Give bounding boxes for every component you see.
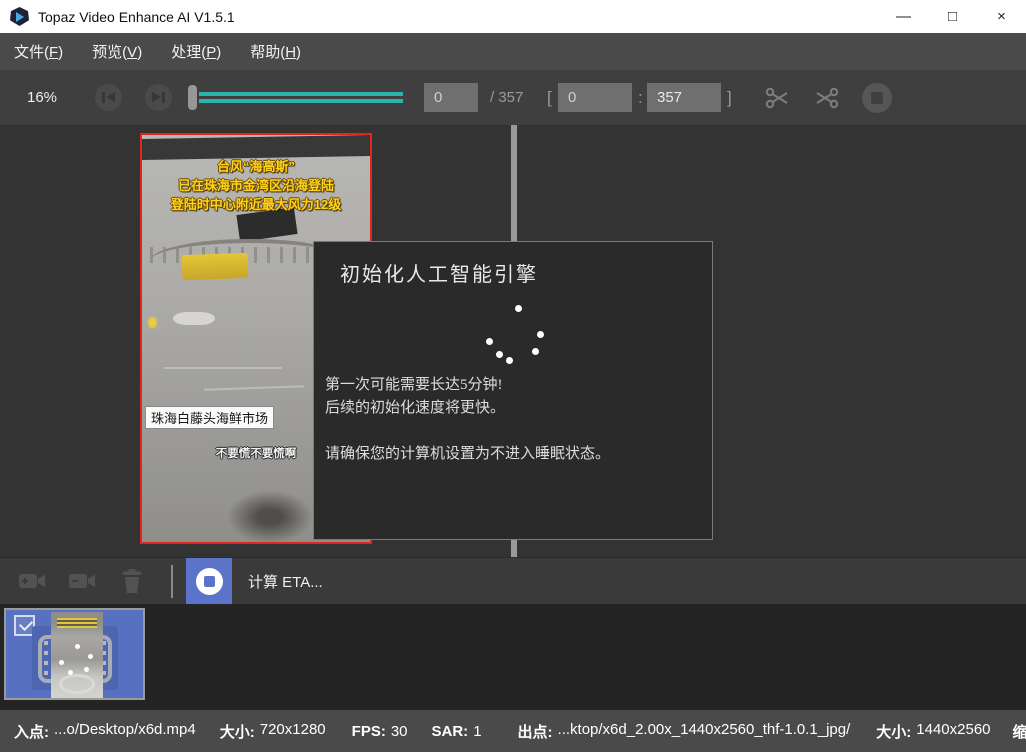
- eta-status-text: 计算 ETA...: [248, 558, 323, 605]
- thumb-spinner-dot: [68, 670, 73, 675]
- minimize-button[interactable]: —: [879, 0, 928, 33]
- transport-toolbar: 16% / 357 [ : ]: [0, 70, 1026, 125]
- range-end-input[interactable]: [647, 83, 721, 112]
- maximize-button[interactable]: □: [928, 0, 977, 33]
- status-in-path: 入点: ...o/Desktop/x6d.mp4: [14, 721, 196, 742]
- window-controls: — □ ×: [879, 0, 1026, 33]
- status-out-size: 大小: 1440x2560: [876, 721, 990, 742]
- menu-process[interactable]: 处理(P): [171, 41, 221, 62]
- clip-thumbnail[interactable]: [4, 608, 145, 700]
- menu-help[interactable]: 帮助(H): [250, 41, 301, 62]
- thumbnail-video-image: [51, 612, 103, 698]
- menu-preview[interactable]: 预览(V): [92, 41, 142, 62]
- clip-list-strip: [0, 604, 1026, 710]
- timeline-slider-handle[interactable]: [188, 85, 197, 110]
- dialog-body-line: 请确保您的计算机设置为不进入睡眠状态。: [325, 443, 610, 466]
- video-overlay-title: 台风“海高斯” 已在珠海市金湾区沿海登陆 登陆时中心附近最大风力12级: [142, 157, 370, 214]
- water-streak: [164, 367, 282, 369]
- current-frame-input[interactable]: [424, 83, 478, 112]
- status-sar: SAR: 1: [432, 723, 482, 740]
- timeline-track-top: [199, 92, 403, 96]
- status-zoom: 缩放: 200%: [1013, 721, 1026, 742]
- thumb-spinner-dot: [88, 654, 93, 659]
- status-fps: FPS: 30: [352, 723, 408, 740]
- trash-icon: [120, 568, 144, 594]
- loading-spinner-icon: [483, 304, 543, 364]
- video-reflection-blob: [228, 491, 312, 543]
- thumb-spinner-dot: [75, 644, 80, 649]
- stop-square-icon: [196, 568, 223, 595]
- main-preview-area: 台风“海高斯” 已在珠海市金湾区沿海登陆 登陆时中心附近最大风力12级 珠海白藤…: [0, 125, 1026, 557]
- status-bar: 入点: ...o/Desktop/x6d.mp4 大小: 720x1280 FP…: [0, 710, 1026, 752]
- dialog-body-line: 后续的初始化速度将更快。: [325, 397, 610, 420]
- window-title: Topaz Video Enhance AI V1.5.1: [38, 9, 235, 25]
- title-bar: Topaz Video Enhance AI V1.5.1 — □ ×: [0, 0, 1026, 33]
- video-location-label: 珠海白藤头海鲜市场: [145, 406, 274, 429]
- menu-file[interactable]: 文件(F): [14, 41, 63, 62]
- preview-zoom-label: 16%: [27, 70, 57, 125]
- delete-video-button[interactable]: [120, 568, 144, 594]
- add-video-button[interactable]: [16, 570, 48, 592]
- skip-to-start-button[interactable]: [95, 84, 122, 111]
- status-in-size: 大小: 720x1280: [220, 721, 326, 742]
- range-separator: :: [638, 70, 643, 125]
- dialog-body: 第一次可能需要长达5分钟! 后续的初始化速度将更快。 请确保您的计算机设置为不进…: [325, 374, 610, 466]
- water-streak: [204, 385, 304, 390]
- skip-to-end-button[interactable]: [145, 84, 172, 111]
- video-yellow-truck: [182, 253, 249, 280]
- remove-video-button[interactable]: [66, 570, 98, 592]
- processing-toolbar: 计算 ETA...: [0, 557, 1026, 604]
- app-logo-icon: [10, 7, 29, 26]
- camera-minus-icon: [66, 570, 98, 592]
- app-window: Topaz Video Enhance AI V1.5.1 — □ × 文件(F…: [0, 0, 1026, 752]
- trim-in-scissors-icon[interactable]: [763, 83, 793, 113]
- close-button[interactable]: ×: [977, 0, 1026, 33]
- range-close-bracket: ]: [727, 70, 732, 125]
- dialog-body-line: 第一次可能需要长达5分钟!: [325, 374, 610, 397]
- video-light-glow: [148, 317, 157, 328]
- range-start-input[interactable]: [558, 83, 632, 112]
- ai-init-dialog: 初始化人工智能引擎 第一次可能需要长达5分钟! 后续的初始化速度将更快。 请确保…: [313, 241, 713, 540]
- timeline-track-bottom: [199, 99, 403, 103]
- thumb-spinner-dot: [84, 667, 89, 672]
- dialog-title: 初始化人工智能引擎: [340, 258, 538, 287]
- frame-total-label: / 357: [490, 70, 523, 125]
- stop-processing-button[interactable]: [186, 558, 232, 604]
- camera-plus-icon: [16, 570, 48, 592]
- video-flooded-car: [173, 312, 215, 325]
- menu-bar: 文件(F) 预览(V) 处理(P) 帮助(H): [0, 33, 1026, 70]
- toolbar-divider: [171, 565, 173, 598]
- stop-icon[interactable]: [862, 83, 892, 113]
- status-out-path: 出点: ...ktop/x6d_2.00x_1440x2560_thf-1.0.…: [518, 721, 851, 742]
- thumb-spinner-dot: [59, 660, 64, 665]
- trim-out-scissors-icon[interactable]: [811, 83, 841, 113]
- range-open-bracket: [: [547, 70, 552, 125]
- timeline-slider-track[interactable]: [199, 92, 403, 106]
